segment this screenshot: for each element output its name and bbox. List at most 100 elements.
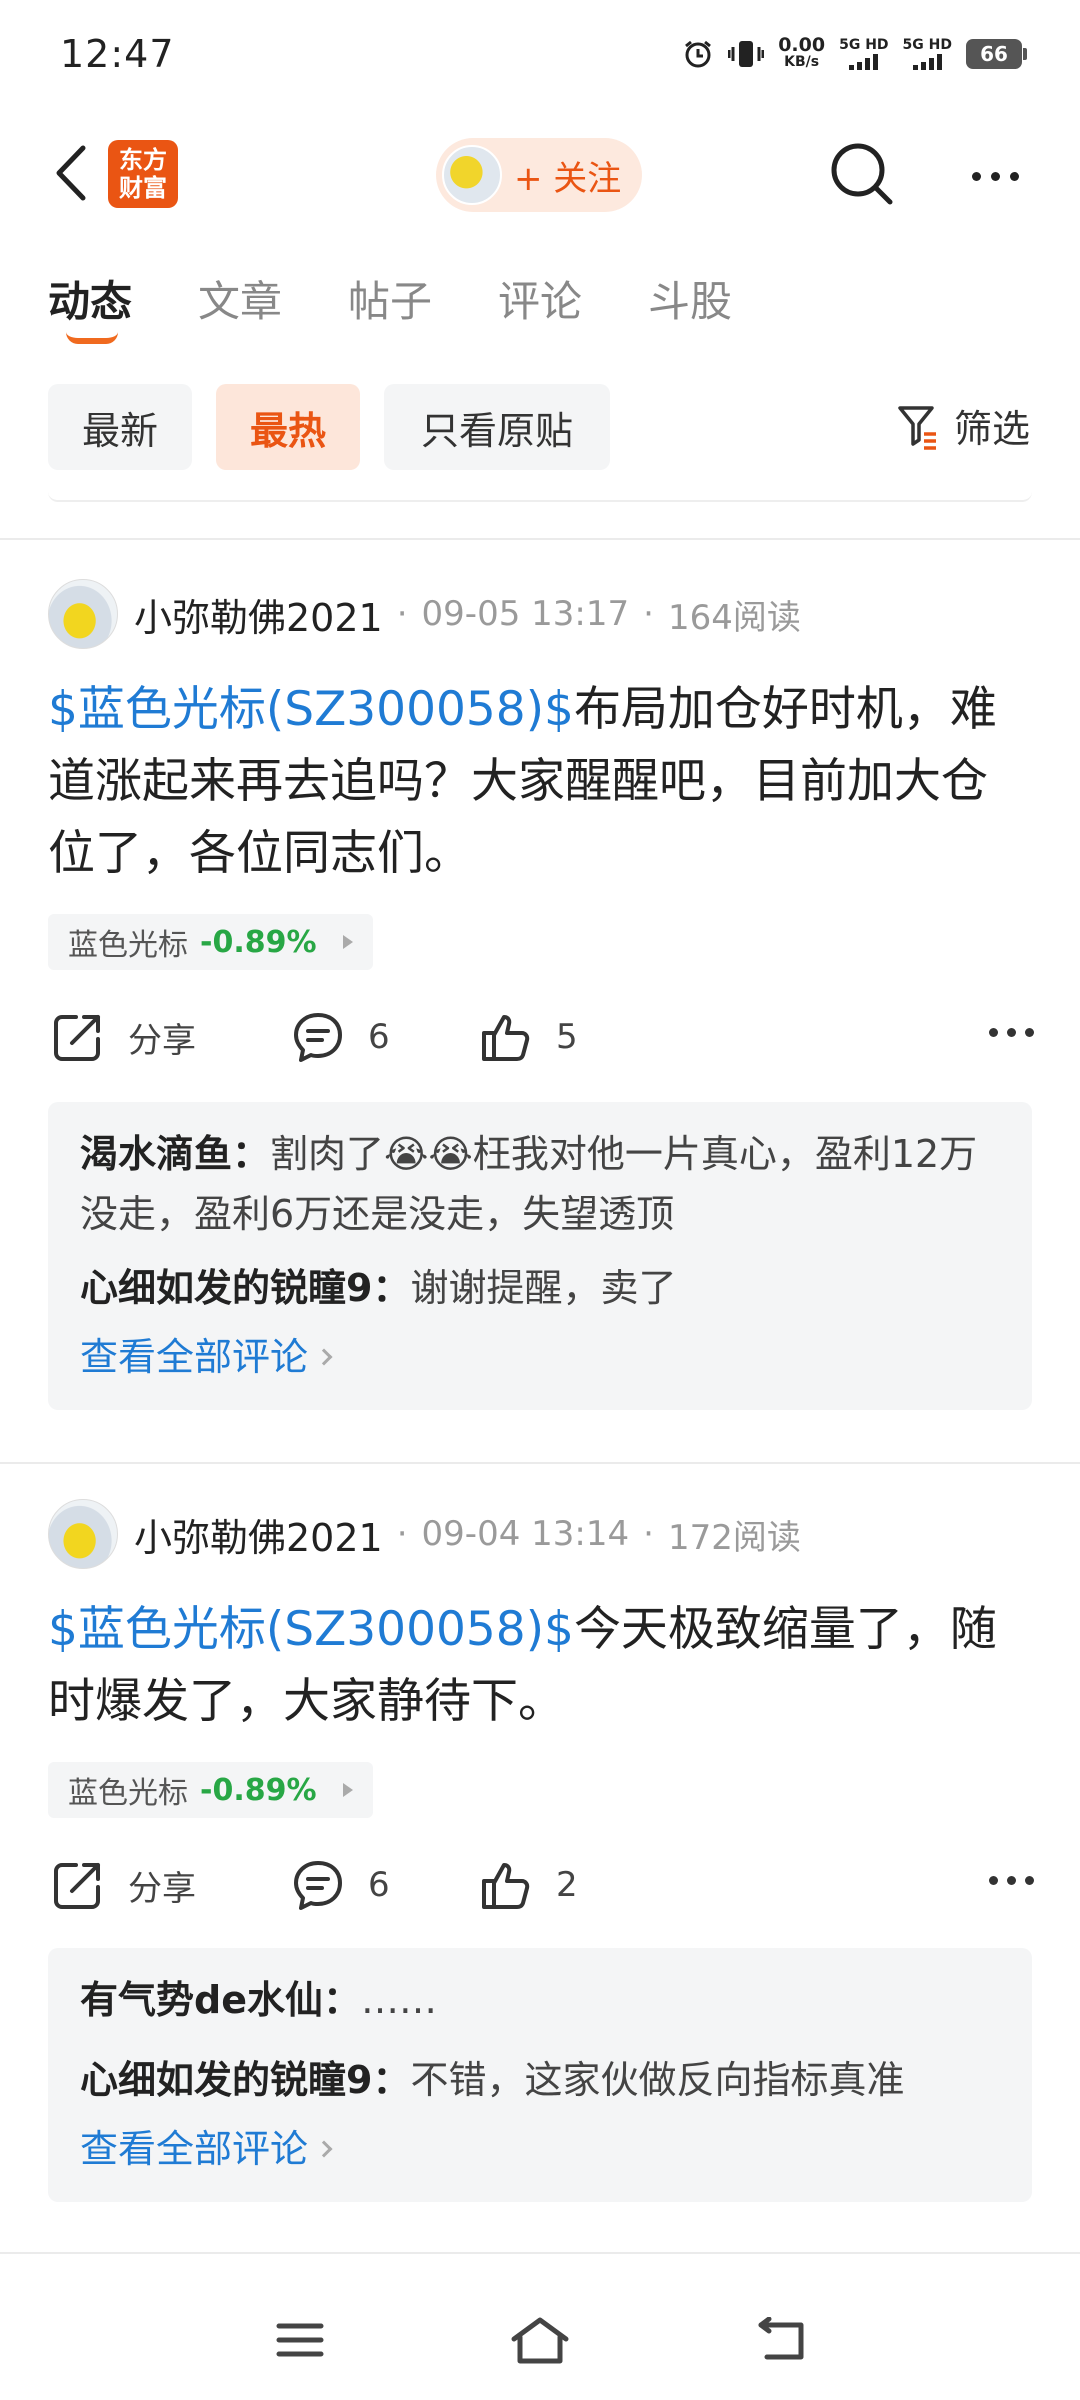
back-nav-button[interactable] xyxy=(740,2300,820,2380)
search-icon xyxy=(831,143,893,205)
tab-dynamic[interactable]: 动态 xyxy=(48,268,132,329)
network-speed: 0.00 KB/s xyxy=(778,34,826,71)
filter-button[interactable]: 筛选 xyxy=(896,398,1030,453)
thumbs-up-icon xyxy=(482,1863,530,1909)
follow-button[interactable]: + 关注 xyxy=(436,138,642,212)
view-all-label: 查看全部评论 xyxy=(80,1335,309,1379)
view-all-comments-link[interactable]: 查看全部评论 xyxy=(80,1322,333,1392)
thumbs-up-icon xyxy=(482,1015,530,1061)
sim2-label: 5G HD xyxy=(902,37,952,53)
tab-posts[interactable]: 帖子 xyxy=(348,268,432,329)
avatar[interactable] xyxy=(48,1499,118,1569)
read-count: 172阅读 xyxy=(667,1517,801,1558)
stock-name: 蓝色光标 xyxy=(68,928,188,963)
chevron-right-icon xyxy=(315,1348,333,1366)
comment-button[interactable]: 6 xyxy=(290,1002,390,1072)
like-button[interactable]: 5 xyxy=(478,1002,578,1072)
read-count: 164阅读 xyxy=(667,597,801,638)
triangle-right-icon xyxy=(342,935,353,949)
stock-pill[interactable]: 蓝色光标 -0.89% xyxy=(48,914,373,970)
more-button[interactable] xyxy=(960,156,1030,196)
post-more-button[interactable] xyxy=(989,1028,1034,1037)
post-card[interactable]: 小弥勒佛2021 · 09-05 13:17 · 164阅读 $蓝色光标(SZ3… xyxy=(0,578,1080,1448)
tab-bar: 动态 文章 帖子 评论 斗股 xyxy=(0,268,1080,348)
tab-comments[interactable]: 评论 xyxy=(498,268,582,329)
divider xyxy=(0,1462,1080,1464)
more-dot-icon xyxy=(1025,1028,1034,1037)
search-button[interactable] xyxy=(826,138,898,210)
more-dot-icon xyxy=(1007,1876,1016,1885)
post-meta: 小弥勒佛2021 · 09-05 13:17 · 164阅读 xyxy=(48,578,801,650)
logo-line2: 财富 xyxy=(119,174,167,202)
commenter-name[interactable]: 心细如发的锐瞳9： xyxy=(80,2058,410,2102)
filter-hottest[interactable]: 最热 xyxy=(216,384,360,470)
vibrate-icon xyxy=(728,41,765,67)
comment-count: 6 xyxy=(368,1865,390,1905)
comment-text: …… xyxy=(360,1978,437,2022)
home-icon xyxy=(511,2317,569,2364)
menu-button[interactable] xyxy=(260,2300,340,2380)
comment-preview[interactable]: 渴水滴鱼：割肉了😭😭枉我对他一片真心，盈利12万没走，盈利6万还是没走，失望透顶… xyxy=(48,1102,1032,1410)
stock-tag-link[interactable]: $蓝色光标(SZ300058)$ xyxy=(48,1602,574,1657)
signal-sim1: 5G HD xyxy=(839,37,889,70)
more-dot-icon xyxy=(1025,1876,1034,1885)
view-all-comments-link[interactable]: 查看全部评论 xyxy=(80,2114,333,2184)
share-label: 分享 xyxy=(128,1868,196,1909)
stock-change: -0.89% xyxy=(200,924,317,960)
author-name[interactable]: 小弥勒佛2021 xyxy=(134,587,383,642)
home-button[interactable] xyxy=(500,2300,580,2380)
like-count: 5 xyxy=(556,1017,578,1057)
tab-indicator xyxy=(66,332,118,344)
comment-item: 有气势de水仙：…… xyxy=(80,1970,1000,2030)
avatar xyxy=(442,145,502,205)
sim1-label: 5G HD xyxy=(839,37,889,53)
comment-item: 渴水滴鱼：割肉了😭😭枉我对他一片真心，盈利12万没走，盈利6万还是没走，失望透顶 xyxy=(80,1124,1000,1244)
meta-dot: · xyxy=(643,594,654,634)
status-time: 12:47 xyxy=(60,32,175,76)
commenter-name[interactable]: 心细如发的锐瞳9： xyxy=(80,1266,410,1310)
post-content[interactable]: $蓝色光标(SZ300058)$今天极致缩量了，随时爆发了，大家静待下。 xyxy=(48,1594,1032,1738)
app-logo[interactable]: 东方 财富 xyxy=(108,140,178,208)
comment-text: 谢谢提醒，卖了 xyxy=(410,1266,677,1310)
menu-icon xyxy=(276,2323,324,2357)
post-meta: 小弥勒佛2021 · 09-04 13:14 · 172阅读 xyxy=(48,1498,801,1570)
filter-original-only[interactable]: 只看原贴 xyxy=(384,384,610,470)
meta-dot: · xyxy=(643,1514,654,1554)
divider xyxy=(0,2252,1080,2254)
signal-sim2: 5G HD xyxy=(903,38,952,70)
follow-label: + 关注 xyxy=(514,158,622,199)
stock-pill[interactable]: 蓝色光标 -0.89% xyxy=(48,1762,373,1818)
stock-tag-link[interactable]: $蓝色光标(SZ300058)$ xyxy=(48,682,574,737)
more-dot-icon xyxy=(971,171,981,181)
divider xyxy=(48,490,1032,502)
system-nav-bar xyxy=(0,2280,1080,2400)
tab-articles[interactable]: 文章 xyxy=(198,268,282,329)
status-bar: 12:47 0.00 KB/s 5G HD 5G HD 66 xyxy=(0,0,1080,110)
signal-bars-icon xyxy=(912,54,942,70)
view-all-label: 查看全部评论 xyxy=(80,2127,309,2171)
comment-button[interactable]: 6 xyxy=(290,1850,390,1920)
net-speed-value: 0.00 xyxy=(778,34,826,56)
chevron-right-icon xyxy=(315,2140,333,2158)
author-name[interactable]: 小弥勒佛2021 xyxy=(134,1507,383,1562)
post-more-button[interactable] xyxy=(989,1876,1034,1885)
share-button[interactable]: 分享 xyxy=(50,1002,196,1072)
comment-item: 心细如发的锐瞳9：不错，这家伙做反向指标真准 xyxy=(80,2050,1000,2110)
filter-latest[interactable]: 最新 xyxy=(48,384,192,470)
tab-stock-battle[interactable]: 斗股 xyxy=(648,268,732,329)
commenter-name[interactable]: 有气势de水仙： xyxy=(80,1978,361,2022)
post-card[interactable]: 小弥勒佛2021 · 09-04 13:14 · 172阅读 $蓝色光标(SZ3… xyxy=(0,1498,1080,2238)
commenter-name[interactable]: 渴水滴鱼： xyxy=(80,1132,270,1176)
comment-preview[interactable]: 有气势de水仙：…… 心细如发的锐瞳9：不错，这家伙做反向指标真准 查看全部评论 xyxy=(48,1948,1032,2202)
post-content[interactable]: $蓝色光标(SZ300058)$布局加仓好时机，难道涨起来再去追吗？大家醒醒吧，… xyxy=(48,674,1032,890)
like-button[interactable]: 2 xyxy=(478,1850,578,1920)
filter-icon xyxy=(898,405,936,450)
back-button[interactable] xyxy=(40,138,100,208)
meta-dot: · xyxy=(396,1514,408,1554)
share-button[interactable]: 分享 xyxy=(50,1850,196,1920)
alarm-icon xyxy=(685,40,712,68)
avatar[interactable] xyxy=(48,579,118,649)
post-actions: 分享 6 2 xyxy=(0,1850,1080,1920)
logo-line1: 东方 xyxy=(119,146,167,174)
comment-count: 6 xyxy=(368,1017,390,1057)
